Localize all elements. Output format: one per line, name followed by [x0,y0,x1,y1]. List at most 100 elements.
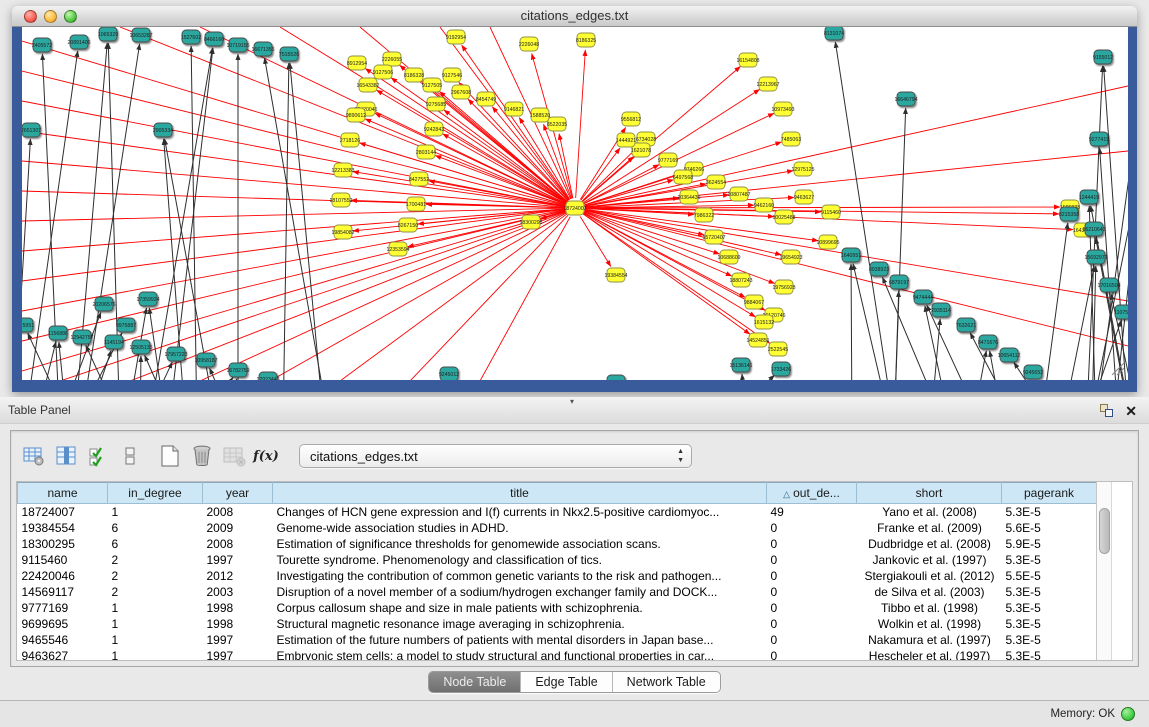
table-cell[interactable]: 2 [108,568,203,584]
table-cell[interactable]: 2 [108,552,203,568]
graph-node[interactable]: 20891406 [67,35,90,49]
graph-edge[interactable] [435,156,565,205]
graph-node[interactable]: 12942757 [70,330,93,344]
network-canvas[interactable]: 1872400789129542226055912750616543382818… [22,27,1128,380]
graph-edge[interactable] [582,146,639,201]
table-cell[interactable]: 0 [767,552,857,568]
graph-node[interactable]: 10899695 [816,235,839,249]
graph-node[interactable]: 8131074 [824,27,844,40]
graph-node[interactable]: 1245112 [606,375,626,380]
graph-node[interactable]: 15692971 [1084,250,1107,264]
table-cell[interactable]: Hescheler et al. (1997) [857,648,1002,662]
table-cell[interactable]: 1 [108,616,203,632]
graph-edge[interactable] [715,375,774,380]
graph-edge[interactable] [34,342,56,380]
splitter-handle-icon[interactable]: ▾ [570,397,574,406]
graph-edge[interactable] [59,342,70,380]
table-cell[interactable]: 5.3E-5 [1002,600,1097,616]
graph-node[interactable]: 12353594 [386,242,409,256]
graph-edge[interactable] [340,214,567,380]
table-cell[interactable]: 2008 [203,504,273,520]
graph-edge[interactable] [585,86,1128,206]
graph-node[interactable]: 3915951 [22,318,34,332]
graph-edge[interactable] [971,351,986,380]
table-cell[interactable]: 18300295 [18,536,108,552]
graph-edge[interactable] [426,204,565,207]
graph-node[interactable]: 10688609 [717,250,740,264]
graph-node[interactable]: 2803144 [416,145,436,159]
table-cell[interactable]: 9777169 [18,600,108,616]
column-header-short[interactable]: short [857,483,1002,504]
graph-node[interactable]: 10807487 [727,187,750,201]
graph-edge[interactable] [894,108,906,380]
graph-edge[interactable] [290,63,327,380]
graph-edge[interactable] [283,63,289,380]
graph-node[interactable]: 9890612 [346,108,366,122]
table-cell[interactable]: 5.9E-5 [1002,536,1097,552]
table-cell[interactable]: 9115460 [18,552,108,568]
graph-edge[interactable] [851,264,852,380]
graph-node[interactable]: 2405572 [32,38,52,52]
graph-node[interactable]: 12213967 [756,77,779,91]
table-cell[interactable]: Estimation of significance thresholds fo… [273,536,767,552]
graph-node[interactable]: 9277419 [1089,132,1109,146]
function-builder-icon[interactable]: f(x) [253,443,279,469]
zoom-window-button[interactable] [64,10,77,23]
graph-node[interactable]: 17359924 [136,292,159,306]
table-cell[interactable]: Investigating the contribution of common… [273,568,767,584]
table-cell[interactable]: 0 [767,584,857,600]
graph-node[interactable]: 9127546 [442,68,462,82]
graph-node[interactable]: 7632621 [956,318,976,332]
graph-node[interactable]: 2226048 [519,37,539,51]
table-cell[interactable]: 0 [767,648,857,662]
graph-edge[interactable] [894,291,899,380]
table-cell[interactable]: 5.6E-5 [1002,520,1097,536]
graph-node[interactable]: 2718126 [340,133,360,147]
table-cell[interactable]: 49 [767,504,857,520]
tab-node-table[interactable]: Node Table [429,672,521,692]
graph-node[interactable]: 9127506 [373,65,393,79]
graph-node[interactable]: 15720407 [702,230,725,244]
graph-edge[interactable] [270,213,566,380]
graph-node[interactable]: 8522035 [547,117,567,131]
graph-node[interactable]: 8454749 [476,92,496,106]
table-cell[interactable]: 5.3E-5 [1002,632,1097,648]
create-table-icon[interactable] [157,443,183,469]
graph-node[interactable]: 10654112 [998,348,1021,362]
graph-node[interactable]: 1640951 [841,248,861,262]
graph-node[interactable]: 8938923 [869,262,889,276]
graph-node[interactable]: 7515526 [279,47,299,61]
graph-node[interactable]: 9462160 [754,198,774,212]
graph-node[interactable]: 6879197 [889,275,909,289]
table-row[interactable]: 1456911722003Disruption of a novel membe… [18,584,1097,600]
graph-node[interactable]: 2522545 [768,342,788,356]
table-cell[interactable]: 1998 [203,616,273,632]
table-cell[interactable]: 6 [108,536,203,552]
graph-node[interactable]: 10653287 [129,28,152,42]
table-cell[interactable]: Dudbridge et al. (2008) [857,536,1002,552]
graph-node[interactable]: 1156886 [48,326,68,340]
graph-edge[interactable] [377,90,567,203]
graph-node[interactable]: 9884067 [744,295,764,309]
table-row[interactable]: 1830029562008Estimation of significance … [18,536,1097,552]
table-cell[interactable]: Corpus callosum shape and size in male p… [273,600,767,616]
table-cell[interactable]: 5.3E-5 [1002,648,1097,662]
graph-node[interactable]: 10958187 [194,353,217,367]
table-scrollbar-thumb[interactable] [1099,508,1110,554]
table-cell[interactable]: 0 [767,616,857,632]
graph-node[interactable]: 6497568 [673,170,693,184]
table-cell[interactable]: 2003 [203,584,273,600]
table-cell[interactable]: 22420046 [18,568,108,584]
graph-edge[interactable] [191,46,197,380]
close-panel-icon[interactable]: ✕ [1125,404,1137,418]
graph-node[interactable]: 9155012 [1093,50,1113,64]
graph-node[interactable]: 1145194 [104,335,124,349]
graph-node[interactable]: 9192954 [446,30,466,44]
graph-node[interactable]: 1588520 [530,108,550,122]
graph-node[interactable]: 8466160 [204,32,224,46]
table-cell[interactable]: Wolkin et al. (1998) [857,616,1002,632]
graph-node[interactable]: 16671355 [251,42,274,56]
table-cell[interactable]: de Silva et al. (2003) [857,584,1002,600]
table-cell[interactable]: 2009 [203,520,273,536]
graph-node[interactable]: 15136141 [729,358,752,372]
